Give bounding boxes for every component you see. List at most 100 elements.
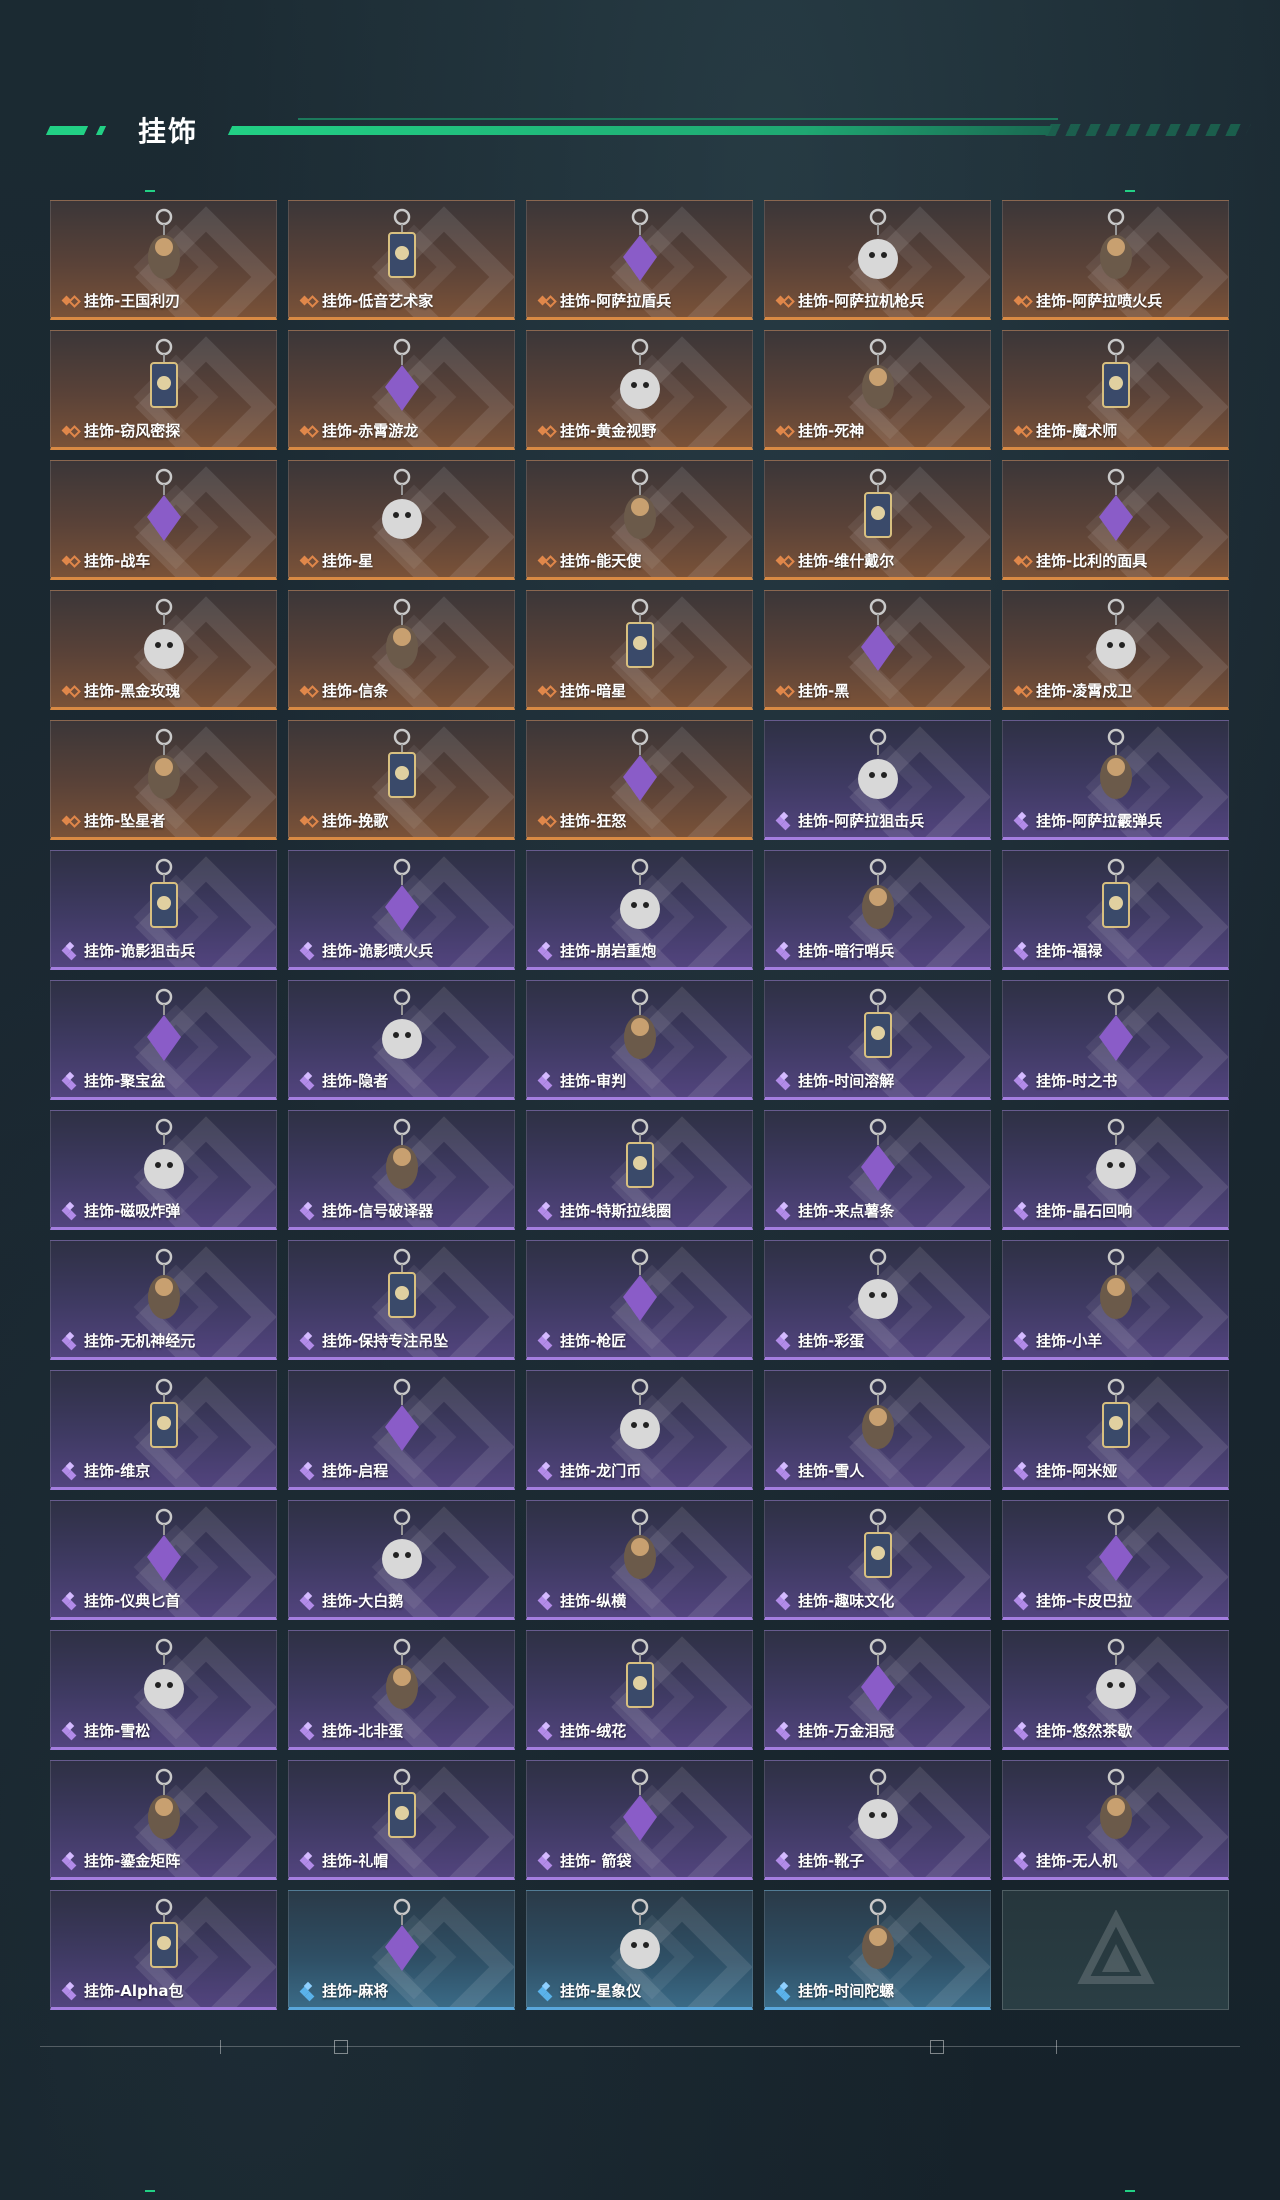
charm-name: 挂饰-Alpha包 xyxy=(84,1982,184,2000)
charm-card[interactable]: 挂饰-无机神经元 xyxy=(50,1240,277,1360)
charm-card[interactable]: 挂饰-鎏金矩阵 xyxy=(50,1760,277,1880)
header-accent-bar xyxy=(45,126,89,135)
charm-card[interactable]: 挂饰-凌霄戍卫 xyxy=(1002,590,1229,710)
charm-card[interactable]: 挂饰-靴子 xyxy=(764,1760,991,1880)
charm-card[interactable]: 挂饰-挽歌 xyxy=(288,720,515,840)
charm-label: 挂饰-阿米娅 xyxy=(1015,1460,1117,1481)
charm-card[interactable]: 挂饰-聚宝盆 xyxy=(50,980,277,1100)
rarity-diamond-icon xyxy=(301,553,317,569)
charm-card[interactable]: 挂饰-保持专注吊坠 xyxy=(288,1240,515,1360)
charm-card[interactable]: 挂饰-无人机 xyxy=(1002,1760,1229,1880)
charm-card[interactable]: 挂饰-趣味文化 xyxy=(764,1500,991,1620)
charm-card[interactable]: 挂饰-阿萨拉机枪兵 xyxy=(764,200,991,320)
charm-card[interactable]: 挂饰-枪匠 xyxy=(526,1240,753,1360)
charm-card[interactable]: 挂饰-仪典匕首 xyxy=(50,1500,277,1620)
charm-card[interactable]: 挂饰-诡影喷火兵 xyxy=(288,850,515,970)
charm-card[interactable]: 挂饰-福禄 xyxy=(1002,850,1229,970)
charm-card[interactable]: 挂饰-万金泪冠 xyxy=(764,1630,991,1750)
charm-pendant-icon xyxy=(129,595,199,679)
charm-pendant-icon xyxy=(129,855,199,939)
charm-card[interactable]: 挂饰-启程 xyxy=(288,1370,515,1490)
charm-pendant-icon xyxy=(1081,1115,1151,1199)
charm-card[interactable]: 挂饰-彩蛋 xyxy=(764,1240,991,1360)
charm-card[interactable]: 挂饰-低音艺术家 xyxy=(288,200,515,320)
charm-card[interactable]: 挂饰-维什戴尔 xyxy=(764,460,991,580)
charm-card[interactable]: 挂饰-时间溶解 xyxy=(764,980,991,1100)
charm-card[interactable]: 挂饰-暗行哨兵 xyxy=(764,850,991,970)
charm-card[interactable]: 挂饰-黑 xyxy=(764,590,991,710)
charm-card[interactable]: 挂饰-北非蛋 xyxy=(288,1630,515,1750)
charm-card[interactable]: 挂饰-黑金玫瑰 xyxy=(50,590,277,710)
charm-name: 挂饰-启程 xyxy=(322,1462,389,1480)
charm-card[interactable]: 挂饰-特斯拉线圈 xyxy=(526,1110,753,1230)
charm-card[interactable]: 挂饰-龙门币 xyxy=(526,1370,753,1490)
charm-card[interactable]: 挂饰-阿萨拉喷火兵 xyxy=(1002,200,1229,320)
charm-card[interactable]: 挂饰-信条 xyxy=(288,590,515,710)
charm-label: 挂饰-特斯拉线圈 xyxy=(539,1200,671,1221)
corner-tick xyxy=(145,190,155,192)
rarity-diamond-icon xyxy=(301,1463,317,1479)
charm-pendant-icon xyxy=(1081,335,1151,419)
charm-card[interactable]: 挂饰- 箭袋 xyxy=(526,1760,753,1880)
charm-card[interactable]: 挂饰-礼帽 xyxy=(288,1760,515,1880)
charm-card[interactable]: 挂饰-暗星 xyxy=(526,590,753,710)
charm-pendant-icon xyxy=(843,595,913,679)
charm-card[interactable]: 挂饰-崩岩重炮 xyxy=(526,850,753,970)
charm-card[interactable]: 挂饰-比利的面具 xyxy=(1002,460,1229,580)
charm-card[interactable]: 挂饰-信号破译器 xyxy=(288,1110,515,1230)
charm-card[interactable]: 挂饰-星象仪 xyxy=(526,1890,753,2010)
rarity-diamond-icon xyxy=(1015,1463,1031,1479)
charm-card[interactable]: 挂饰-审判 xyxy=(526,980,753,1100)
charm-card[interactable]: 挂饰-雪人 xyxy=(764,1370,991,1490)
charm-pendant-icon xyxy=(1081,1505,1151,1589)
charm-card[interactable]: 挂饰-坠星者 xyxy=(50,720,277,840)
charm-card[interactable]: 挂饰-时间陀螺 xyxy=(764,1890,991,2010)
charm-card[interactable]: 挂饰-来点薯条 xyxy=(764,1110,991,1230)
charm-label: 挂饰-福禄 xyxy=(1015,940,1102,961)
charm-card[interactable]: 挂饰-窃风密探 xyxy=(50,330,277,450)
charm-card[interactable]: 挂饰-诡影狙击兵 xyxy=(50,850,277,970)
charm-card[interactable]: 挂饰-磁吸炸弹 xyxy=(50,1110,277,1230)
charm-pendant-icon xyxy=(129,1765,199,1849)
charm-card[interactable]: 挂饰-时之书 xyxy=(1002,980,1229,1100)
charm-card[interactable]: 挂饰-战车 xyxy=(50,460,277,580)
charm-label: 挂饰- 箭袋 xyxy=(539,1850,631,1871)
charm-card[interactable]: 挂饰-死神 xyxy=(764,330,991,450)
charm-card[interactable]: 挂饰-悠然茶歇 xyxy=(1002,1630,1229,1750)
charm-card[interactable]: 挂饰-小羊 xyxy=(1002,1240,1229,1360)
charm-name: 挂饰-暗行哨兵 xyxy=(798,942,895,960)
charm-card[interactable]: 挂饰-隐者 xyxy=(288,980,515,1100)
charm-card[interactable]: 挂饰-大白鹅 xyxy=(288,1500,515,1620)
charm-card[interactable]: 挂饰-卡皮巴拉 xyxy=(1002,1500,1229,1620)
charm-card[interactable]: 挂饰-阿萨拉盾兵 xyxy=(526,200,753,320)
charm-card[interactable]: 挂饰-狂怒 xyxy=(526,720,753,840)
charm-card[interactable]: 挂饰-麻将 xyxy=(288,1890,515,2010)
charm-name: 挂饰-时间溶解 xyxy=(798,1072,895,1090)
charm-card[interactable]: 挂饰-赤霄游龙 xyxy=(288,330,515,450)
rarity-diamond-icon xyxy=(1015,1073,1031,1089)
charm-card[interactable]: 挂饰-阿萨拉霰弹兵 xyxy=(1002,720,1229,840)
charm-label: 挂饰-阿萨拉狙击兵 xyxy=(777,810,924,831)
charm-card[interactable]: 挂饰-纵横 xyxy=(526,1500,753,1620)
rarity-diamond-icon xyxy=(301,683,317,699)
charm-name: 挂饰-鎏金矩阵 xyxy=(84,1852,181,1870)
charm-card[interactable]: 挂饰-维京 xyxy=(50,1370,277,1490)
rarity-diamond-icon xyxy=(63,683,79,699)
charm-name: 挂饰-彩蛋 xyxy=(798,1332,865,1350)
charm-card[interactable]: 挂饰-阿萨拉狙击兵 xyxy=(764,720,991,840)
charm-card[interactable]: 挂饰-雪松 xyxy=(50,1630,277,1750)
charm-card[interactable]: 挂饰-王国利刃 xyxy=(50,200,277,320)
rarity-diamond-icon xyxy=(539,293,555,309)
charm-card[interactable]: 挂饰-绒花 xyxy=(526,1630,753,1750)
charm-label: 挂饰-星 xyxy=(301,550,373,571)
charm-card[interactable]: 挂饰-黄金视野 xyxy=(526,330,753,450)
charm-card[interactable]: 挂饰-魔术师 xyxy=(1002,330,1229,450)
rarity-diamond-icon xyxy=(539,1593,555,1609)
charm-label: 挂饰-靴子 xyxy=(777,1850,864,1871)
charm-card[interactable]: 挂饰-晶石回响 xyxy=(1002,1110,1229,1230)
charm-card[interactable]: 挂饰-阿米娅 xyxy=(1002,1370,1229,1490)
charm-card[interactable]: 挂饰-Alpha包 xyxy=(50,1890,277,2010)
rarity-diamond-icon xyxy=(777,1723,793,1739)
charm-card[interactable]: 挂饰-星 xyxy=(288,460,515,580)
charm-card[interactable]: 挂饰-能天使 xyxy=(526,460,753,580)
